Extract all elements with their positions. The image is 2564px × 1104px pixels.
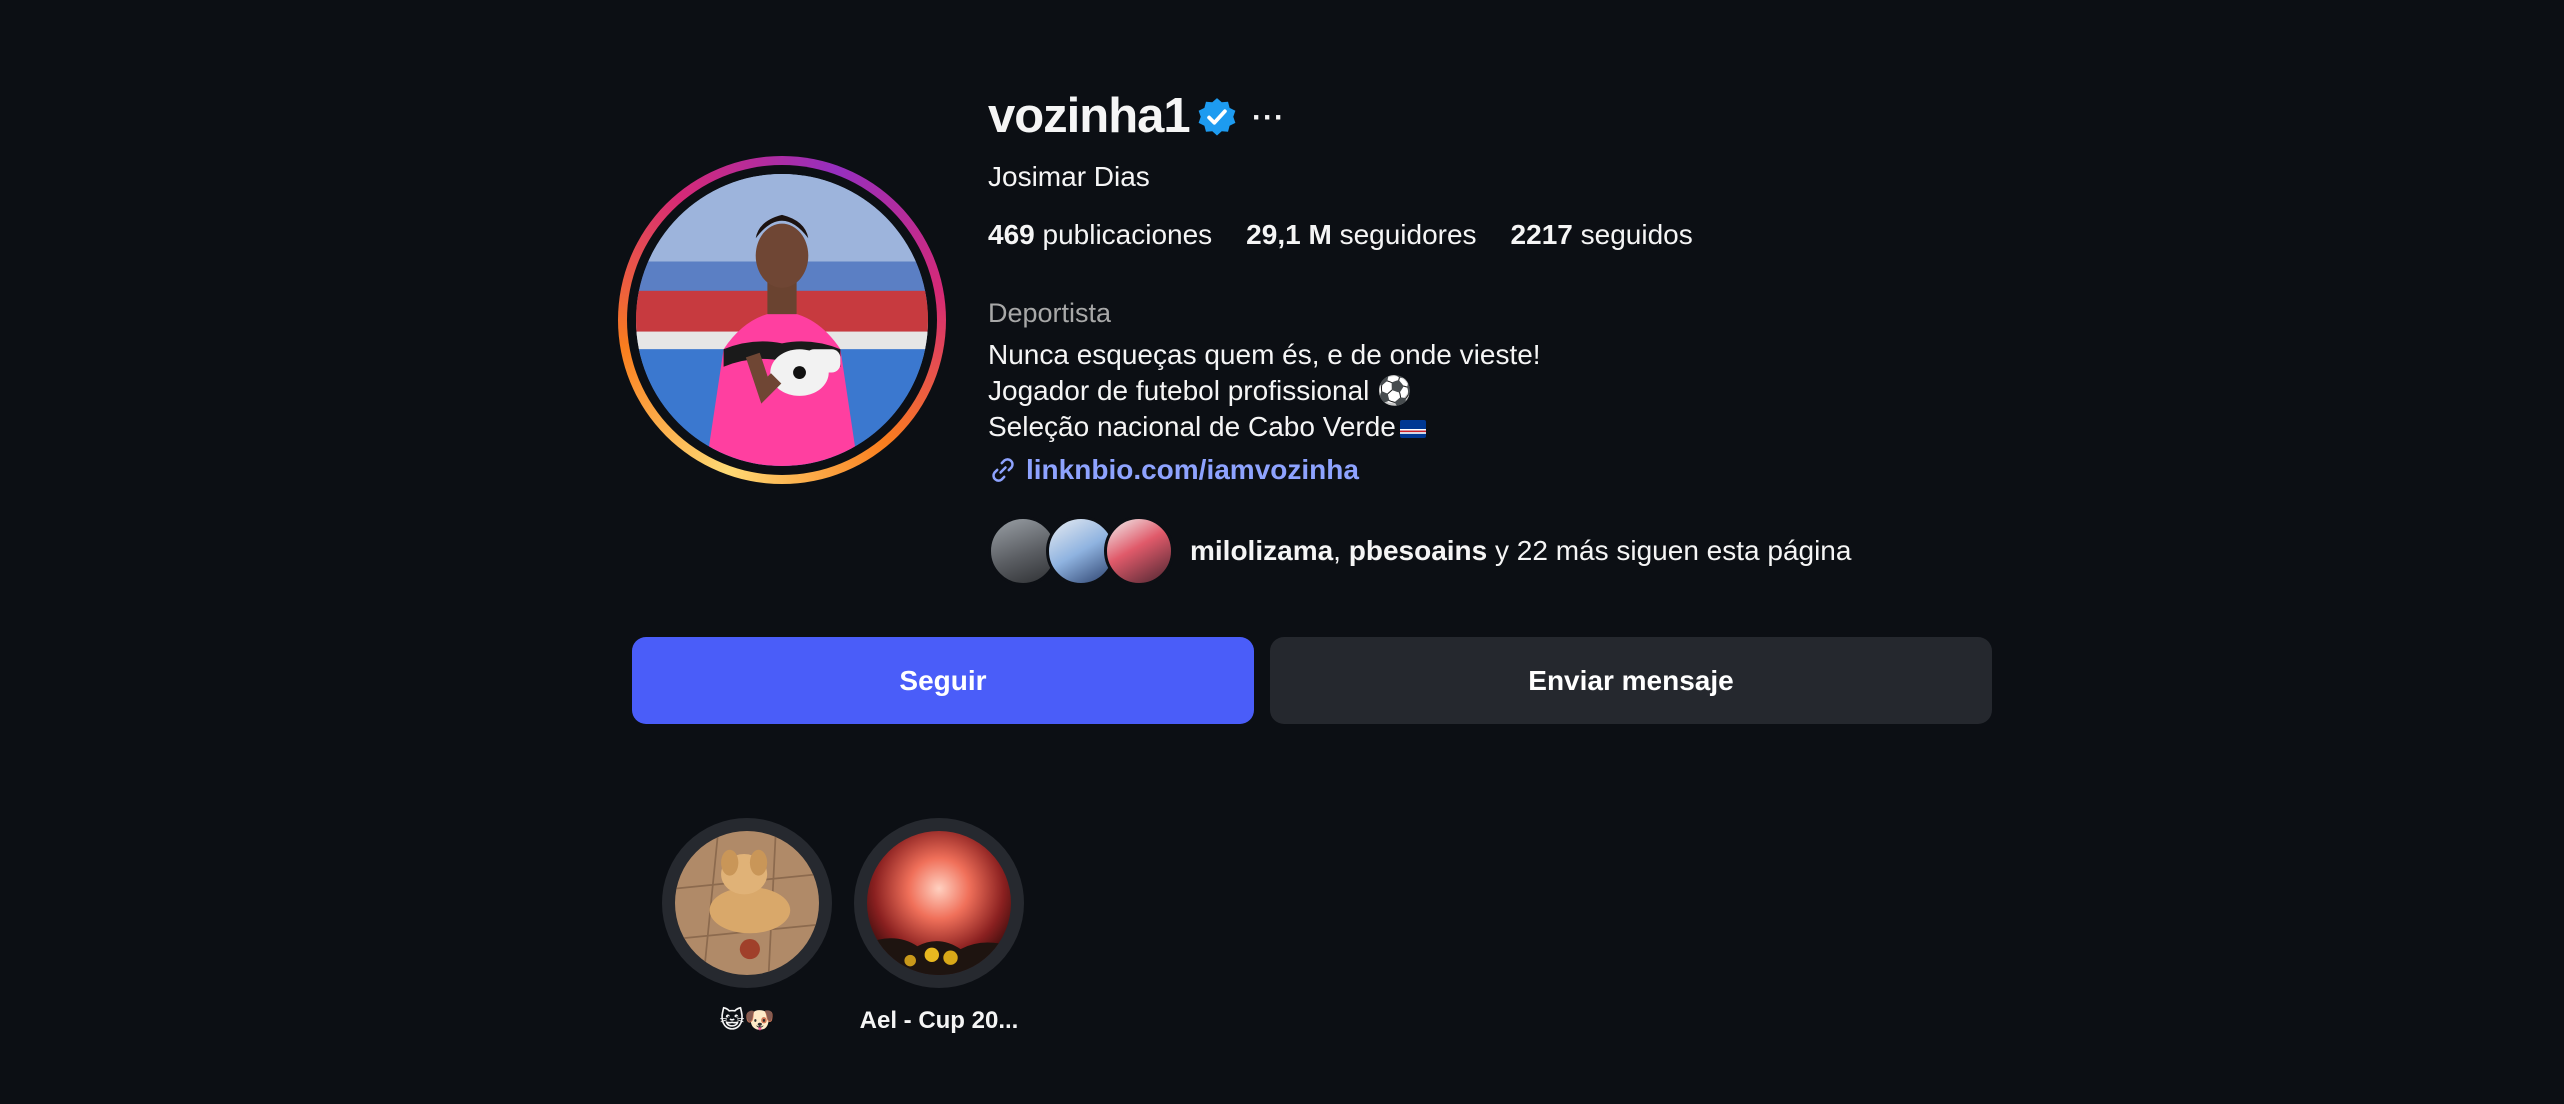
follower-separator: , (1333, 535, 1341, 566)
profile-category: Deportista (988, 298, 1112, 328)
posts-count: 469 publicaciones (988, 218, 1212, 252)
highlight-cover (675, 831, 819, 975)
posts-label: publicaciones (1042, 219, 1213, 250)
cape-verde-flag-icon (1399, 419, 1426, 438)
follower-username: milolizama (1190, 535, 1334, 566)
avatar-photo (636, 174, 928, 466)
highlight-label: Ael - Cup 20... (859, 1007, 1019, 1034)
bio-line: Nunca esqueças quem és, e de onde vieste… (988, 339, 1541, 370)
full-name: Josimar Dias (988, 161, 1150, 192)
bio-link-text: linknbio.com/iamvozinha (1026, 454, 1359, 485)
followers-label: seguidores (1339, 219, 1477, 250)
story-highlight[interactable]: 😺🐶 (661, 818, 833, 1036)
following-link[interactable]: 2217 seguidos (1511, 218, 1693, 252)
followed-by[interactable]: milolizama, pbesoains y 22 más siguen es… (988, 516, 1851, 586)
profile-avatar[interactable] (618, 156, 946, 484)
more-options-icon[interactable]: ··· (1252, 98, 1285, 138)
follow-button[interactable]: Seguir (632, 637, 1254, 724)
bio-line-with-flag: Seleção nacional de Cabo Verde (988, 409, 1541, 445)
bio-link[interactable]: linknbio.com/iamvozinha (988, 452, 1359, 488)
followed-by-suffix: y 22 más siguen esta página (1495, 535, 1852, 566)
story-highlight[interactable]: Ael - Cup 20... (853, 818, 1025, 1036)
follower-avatar (1104, 516, 1174, 586)
posts-value: 469 (988, 219, 1035, 250)
following-label: seguidos (1580, 219, 1693, 250)
highlight-ring (662, 818, 832, 988)
verified-badge-icon (1198, 98, 1236, 136)
bio: Nunca esqueças quem és, e de onde vieste… (988, 337, 1541, 445)
bio-line: Seleção nacional de Cabo Verde (988, 411, 1396, 442)
followed-by-text: milolizama, pbesoains y 22 más siguen es… (1190, 534, 1851, 568)
link-icon (992, 458, 1014, 482)
followers-link[interactable]: 29,1 M seguidores (1246, 218, 1476, 252)
bio-line: Jogador de futebol profissional ⚽ (988, 375, 1413, 406)
send-message-button[interactable]: Enviar mensaje (1270, 637, 1992, 724)
follower-username: pbesoains (1348, 535, 1488, 566)
highlight-label: 😺🐶 (719, 1007, 775, 1034)
followers-value: 29,1 M (1246, 219, 1332, 250)
highlight-ring (854, 818, 1024, 988)
username: vozinha1 (988, 89, 1191, 143)
profile-stats: 469 publicaciones 29,1 M seguidores 2217… (988, 218, 1693, 252)
following-value: 2217 (1510, 219, 1573, 250)
highlight-cover (867, 831, 1011, 975)
